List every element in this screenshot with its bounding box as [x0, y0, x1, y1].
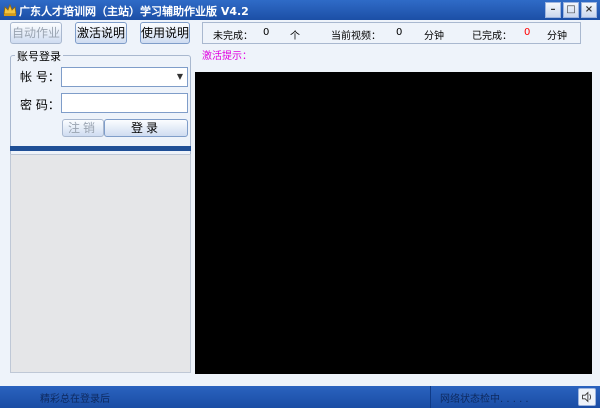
logout-button[interactable]: 注销 [62, 119, 104, 137]
incomplete-unit: 个 [290, 31, 300, 42]
completed-unit: 分钟 [547, 31, 567, 42]
progress-fill [10, 146, 191, 151]
chevron-down-icon[interactable]: ▼ [173, 68, 187, 86]
title-bar: 广东人才培训网（主站）学习辅助作业版 V4.2 – □ × [0, 0, 600, 20]
incomplete-value: 0 [263, 27, 270, 38]
stats-panel: 未完成： 0 个 当前视频： 0 分钟 已完成： 0 分钟 [202, 22, 581, 44]
login-legend: 账号登录 [15, 48, 63, 64]
speaker-icon[interactable] [578, 388, 596, 406]
window-title: 广东人才培训网（主站）学习辅助作业版 V4.2 [19, 5, 249, 18]
current-video-value: 0 [396, 27, 403, 38]
video-viewer[interactable] [195, 72, 592, 374]
maximize-button[interactable]: □ [563, 2, 579, 18]
status-message: 精彩总在登录后 [40, 394, 110, 405]
incomplete-label: 未完成： [213, 31, 253, 42]
auto-task-button[interactable]: 自动作业 [10, 22, 62, 44]
activation-info-button[interactable]: 激活说明 [75, 22, 127, 44]
minimize-button[interactable]: – [545, 2, 561, 18]
current-video-unit: 分钟 [424, 31, 444, 42]
network-status: 网络状态检中. . . . . [440, 394, 529, 405]
usage-info-button[interactable]: 使用说明 [140, 22, 190, 44]
main-client-area: 自动作业 激活说明 使用说明 未完成： 0 个 当前视频： 0 分钟 已完成： … [0, 20, 600, 386]
login-button[interactable]: 登录 [104, 119, 188, 137]
status-bar: 精彩总在登录后 网络状态检中. . . . . [0, 386, 600, 408]
crown-icon [3, 3, 17, 16]
activation-hint: 激活提示： [202, 51, 252, 62]
account-combobox[interactable]: ▼ [61, 67, 188, 87]
progress-bar [10, 146, 191, 151]
completed-label: 已完成： [472, 31, 512, 42]
completed-value: 0 [524, 27, 531, 38]
close-button[interactable]: × [581, 2, 597, 18]
password-field[interactable] [61, 93, 188, 113]
log-panel [10, 154, 191, 373]
current-video-label: 当前视频： [331, 31, 381, 42]
account-label: 帐 号： [20, 70, 60, 84]
password-label: 密 码： [20, 98, 60, 112]
